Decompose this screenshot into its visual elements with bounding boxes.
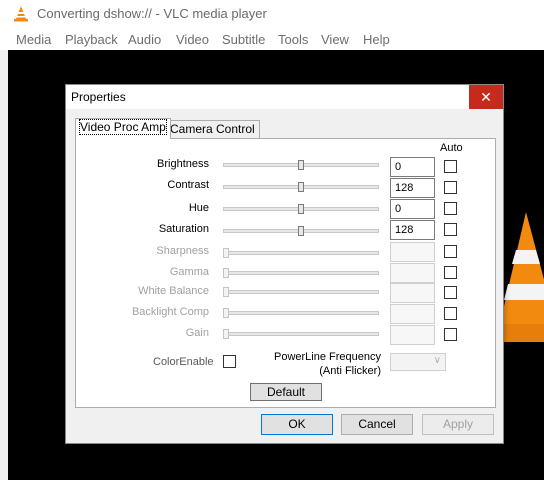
tab-video-proc-amp[interactable]: Video Proc Amp <box>75 118 171 139</box>
value-brightness[interactable]: 0 <box>390 157 435 177</box>
color-enable-checkbox[interactable] <box>223 355 236 368</box>
window-frame <box>0 50 8 480</box>
menu-tools[interactable]: Tools <box>278 32 308 47</box>
slider-thumb-hue[interactable] <box>298 204 304 214</box>
slider-thumb-brightness[interactable] <box>298 160 304 170</box>
powerline-label-line2: (Anti Flicker) <box>319 365 381 377</box>
slider-thumb-saturation[interactable] <box>298 226 304 236</box>
cancel-button[interactable]: Cancel <box>341 414 413 435</box>
close-icon: ✕ <box>480 89 492 105</box>
slider-thumb-gain <box>223 329 229 339</box>
auto-checkbox-backlight-comp[interactable] <box>444 307 457 320</box>
menu-subtitle[interactable]: Subtitle <box>222 32 265 47</box>
slider-thumb-contrast[interactable] <box>298 182 304 192</box>
powerline-label-line1: PowerLine Frequency <box>273 351 381 363</box>
slider-thumb-backlight-comp <box>223 308 229 318</box>
label-backlight-comp: Backlight Comp <box>131 306 209 318</box>
slider-thumb-sharpness <box>223 248 229 258</box>
vlc-cone-icon <box>498 212 544 342</box>
menu-bar: Media Playback Audio Video Subtitle Tool… <box>0 29 544 50</box>
color-enable-label: ColorEnable <box>153 356 214 368</box>
label-saturation: Saturation <box>158 223 209 235</box>
window-titlebar: Converting dshow:// - VLC media player <box>0 0 544 29</box>
value-saturation[interactable]: 128 <box>390 220 435 240</box>
menu-video[interactable]: Video <box>176 32 209 47</box>
auto-checkbox-contrast[interactable] <box>444 181 457 194</box>
slider-white-balance <box>223 290 379 294</box>
menu-view[interactable]: View <box>321 32 349 47</box>
tab-camera-control[interactable]: Camera Control <box>165 120 260 138</box>
properties-dialog: Properties ✕ Video Proc Amp Camera Contr… <box>65 84 504 444</box>
auto-checkbox-white-balance[interactable] <box>444 286 457 299</box>
value-sharpness <box>390 242 435 262</box>
menu-help[interactable]: Help <box>363 32 390 47</box>
slider-thumb-gamma <box>223 268 229 278</box>
auto-checkbox-hue[interactable] <box>444 202 457 215</box>
powerline-frequency-select: ∨ <box>390 353 446 371</box>
slider-thumb-white-balance <box>223 287 229 297</box>
slider-backlight-comp <box>223 311 379 315</box>
dialog-titlebar: Properties ✕ <box>66 85 503 109</box>
menu-audio[interactable]: Audio <box>128 32 161 47</box>
menu-media[interactable]: Media <box>16 32 51 47</box>
label-contrast: Contrast <box>167 179 209 191</box>
close-button[interactable]: ✕ <box>469 85 503 109</box>
label-gain: Gain <box>185 327 209 339</box>
slider-sharpness <box>223 251 379 255</box>
value-contrast[interactable]: 128 <box>390 178 435 198</box>
vlc-cone-icon <box>14 6 28 22</box>
value-gain <box>390 325 435 345</box>
label-gamma: Gamma <box>169 266 209 278</box>
ok-button[interactable]: OK <box>261 414 333 435</box>
label-hue: Hue <box>188 202 209 214</box>
label-brightness: Brightness <box>157 158 209 170</box>
default-button[interactable]: Default <box>250 383 322 401</box>
menu-playback[interactable]: Playback <box>65 32 118 47</box>
powerline-frequency-label: PowerLine Frequency (Anti Flicker) <box>261 350 381 378</box>
auto-checkbox-saturation[interactable] <box>444 223 457 236</box>
chevron-down-icon: ∨ <box>433 355 441 366</box>
slider-gain <box>223 332 379 336</box>
apply-button: Apply <box>422 414 494 435</box>
value-white-balance <box>390 283 435 303</box>
value-hue[interactable]: 0 <box>390 199 435 219</box>
label-sharpness: Sharpness <box>156 245 209 257</box>
auto-column-label: Auto <box>440 142 463 154</box>
auto-checkbox-gain[interactable] <box>444 328 457 341</box>
dialog-title: Properties <box>71 90 126 104</box>
value-backlight-comp <box>390 304 435 324</box>
auto-checkbox-gamma[interactable] <box>444 266 457 279</box>
auto-checkbox-brightness[interactable] <box>444 160 457 173</box>
auto-checkbox-sharpness[interactable] <box>444 245 457 258</box>
value-gamma <box>390 263 435 283</box>
window-title: Converting dshow:// - VLC media player <box>37 6 267 21</box>
slider-gamma <box>223 271 379 275</box>
tab-label: Video Proc Amp <box>79 119 167 135</box>
label-white-balance: White Balance <box>138 285 209 297</box>
tab-label: Camera Control <box>170 122 255 136</box>
